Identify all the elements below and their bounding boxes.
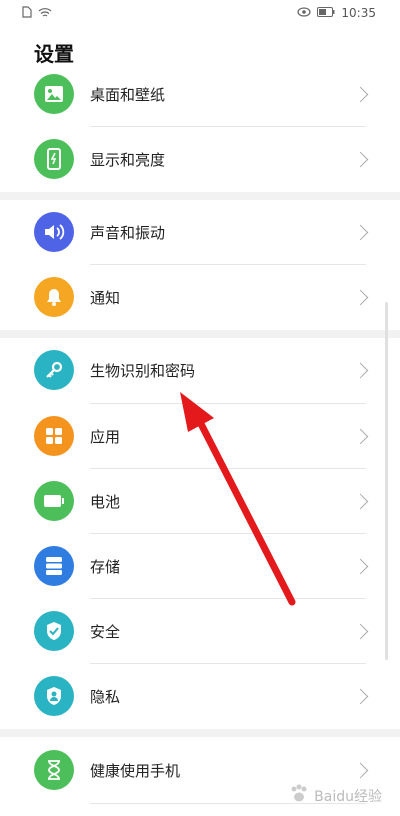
settings-item-label: 桌面和壁纸: [90, 85, 166, 104]
storage-icon: [34, 546, 74, 586]
settings-item-label: 隐私: [90, 687, 121, 706]
watermark-text: Baidu经验: [314, 789, 382, 805]
settings-item-desktop-wallpaper[interactable]: 桌面和壁纸: [0, 62, 400, 126]
battery-icon: [34, 481, 74, 521]
chevron-right-icon: [352, 289, 369, 305]
chevron-right-icon: [352, 493, 369, 509]
settings-item-label: 安全: [90, 622, 121, 641]
settings-item-label: 声音和振动: [90, 223, 166, 242]
settings-item-sound-vibration[interactable]: 声音和振动: [0, 200, 400, 264]
settings-item-notifications[interactable]: 通知: [0, 265, 400, 329]
group-separator: [0, 192, 400, 200]
chevron-right-icon: [352, 623, 369, 639]
settings-item-apps[interactable]: 应用: [0, 404, 400, 468]
baidu-paw-icon: [288, 784, 310, 808]
chevron-right-icon: [352, 362, 369, 378]
chevron-right-icon: [352, 428, 369, 444]
settings-item-security[interactable]: 安全: [0, 599, 400, 663]
settings-item-label: 健康使用手机: [90, 761, 181, 780]
status-right: 10:35: [297, 6, 376, 20]
settings-item-label: 应用: [90, 427, 121, 446]
chevron-right-icon: [352, 762, 369, 778]
settings-item-battery[interactable]: 电池: [0, 469, 400, 533]
settings-item-storage[interactable]: 存储: [0, 534, 400, 598]
phone-display-icon: [34, 139, 74, 179]
battery-icon: [317, 6, 335, 20]
settings-item-label: 存储: [90, 557, 121, 576]
hourglass-icon: [34, 750, 74, 790]
eye-icon: [297, 6, 312, 20]
status-time: 10:35: [341, 6, 376, 20]
group-separator: [0, 729, 400, 737]
bell-icon: [34, 277, 74, 317]
settings-item-label: 显示和亮度: [90, 150, 166, 169]
chevron-right-icon: [352, 558, 369, 574]
settings-item-biometrics-password[interactable]: 生物识别和密码: [0, 338, 400, 402]
settings-item-label: 生物识别和密码: [90, 361, 196, 380]
scrollbar[interactable]: [385, 302, 388, 660]
settings-item-label: 通知: [90, 288, 121, 307]
settings-item-privacy[interactable]: 隐私: [0, 664, 400, 728]
status-left: [22, 5, 52, 21]
privacy-shield-icon: [34, 676, 74, 716]
settings-item-display-brightness[interactable]: 显示和亮度: [0, 127, 400, 191]
chevron-right-icon: [352, 224, 369, 240]
status-bar: 10:35: [0, 0, 400, 26]
apps-grid-icon: [34, 416, 74, 456]
group-separator: [0, 330, 400, 338]
key-icon: [34, 350, 74, 390]
chevron-right-icon: [352, 151, 369, 167]
wifi-icon: [38, 6, 52, 21]
settings-item-label: 电池: [90, 492, 121, 511]
chevron-right-icon: [352, 688, 369, 704]
watermark: Baidu经验: [288, 784, 382, 808]
image-icon: [34, 74, 74, 114]
volume-icon: [34, 212, 74, 252]
sim-icon: [22, 5, 32, 21]
shield-check-icon: [34, 611, 74, 651]
chevron-right-icon: [352, 86, 369, 102]
